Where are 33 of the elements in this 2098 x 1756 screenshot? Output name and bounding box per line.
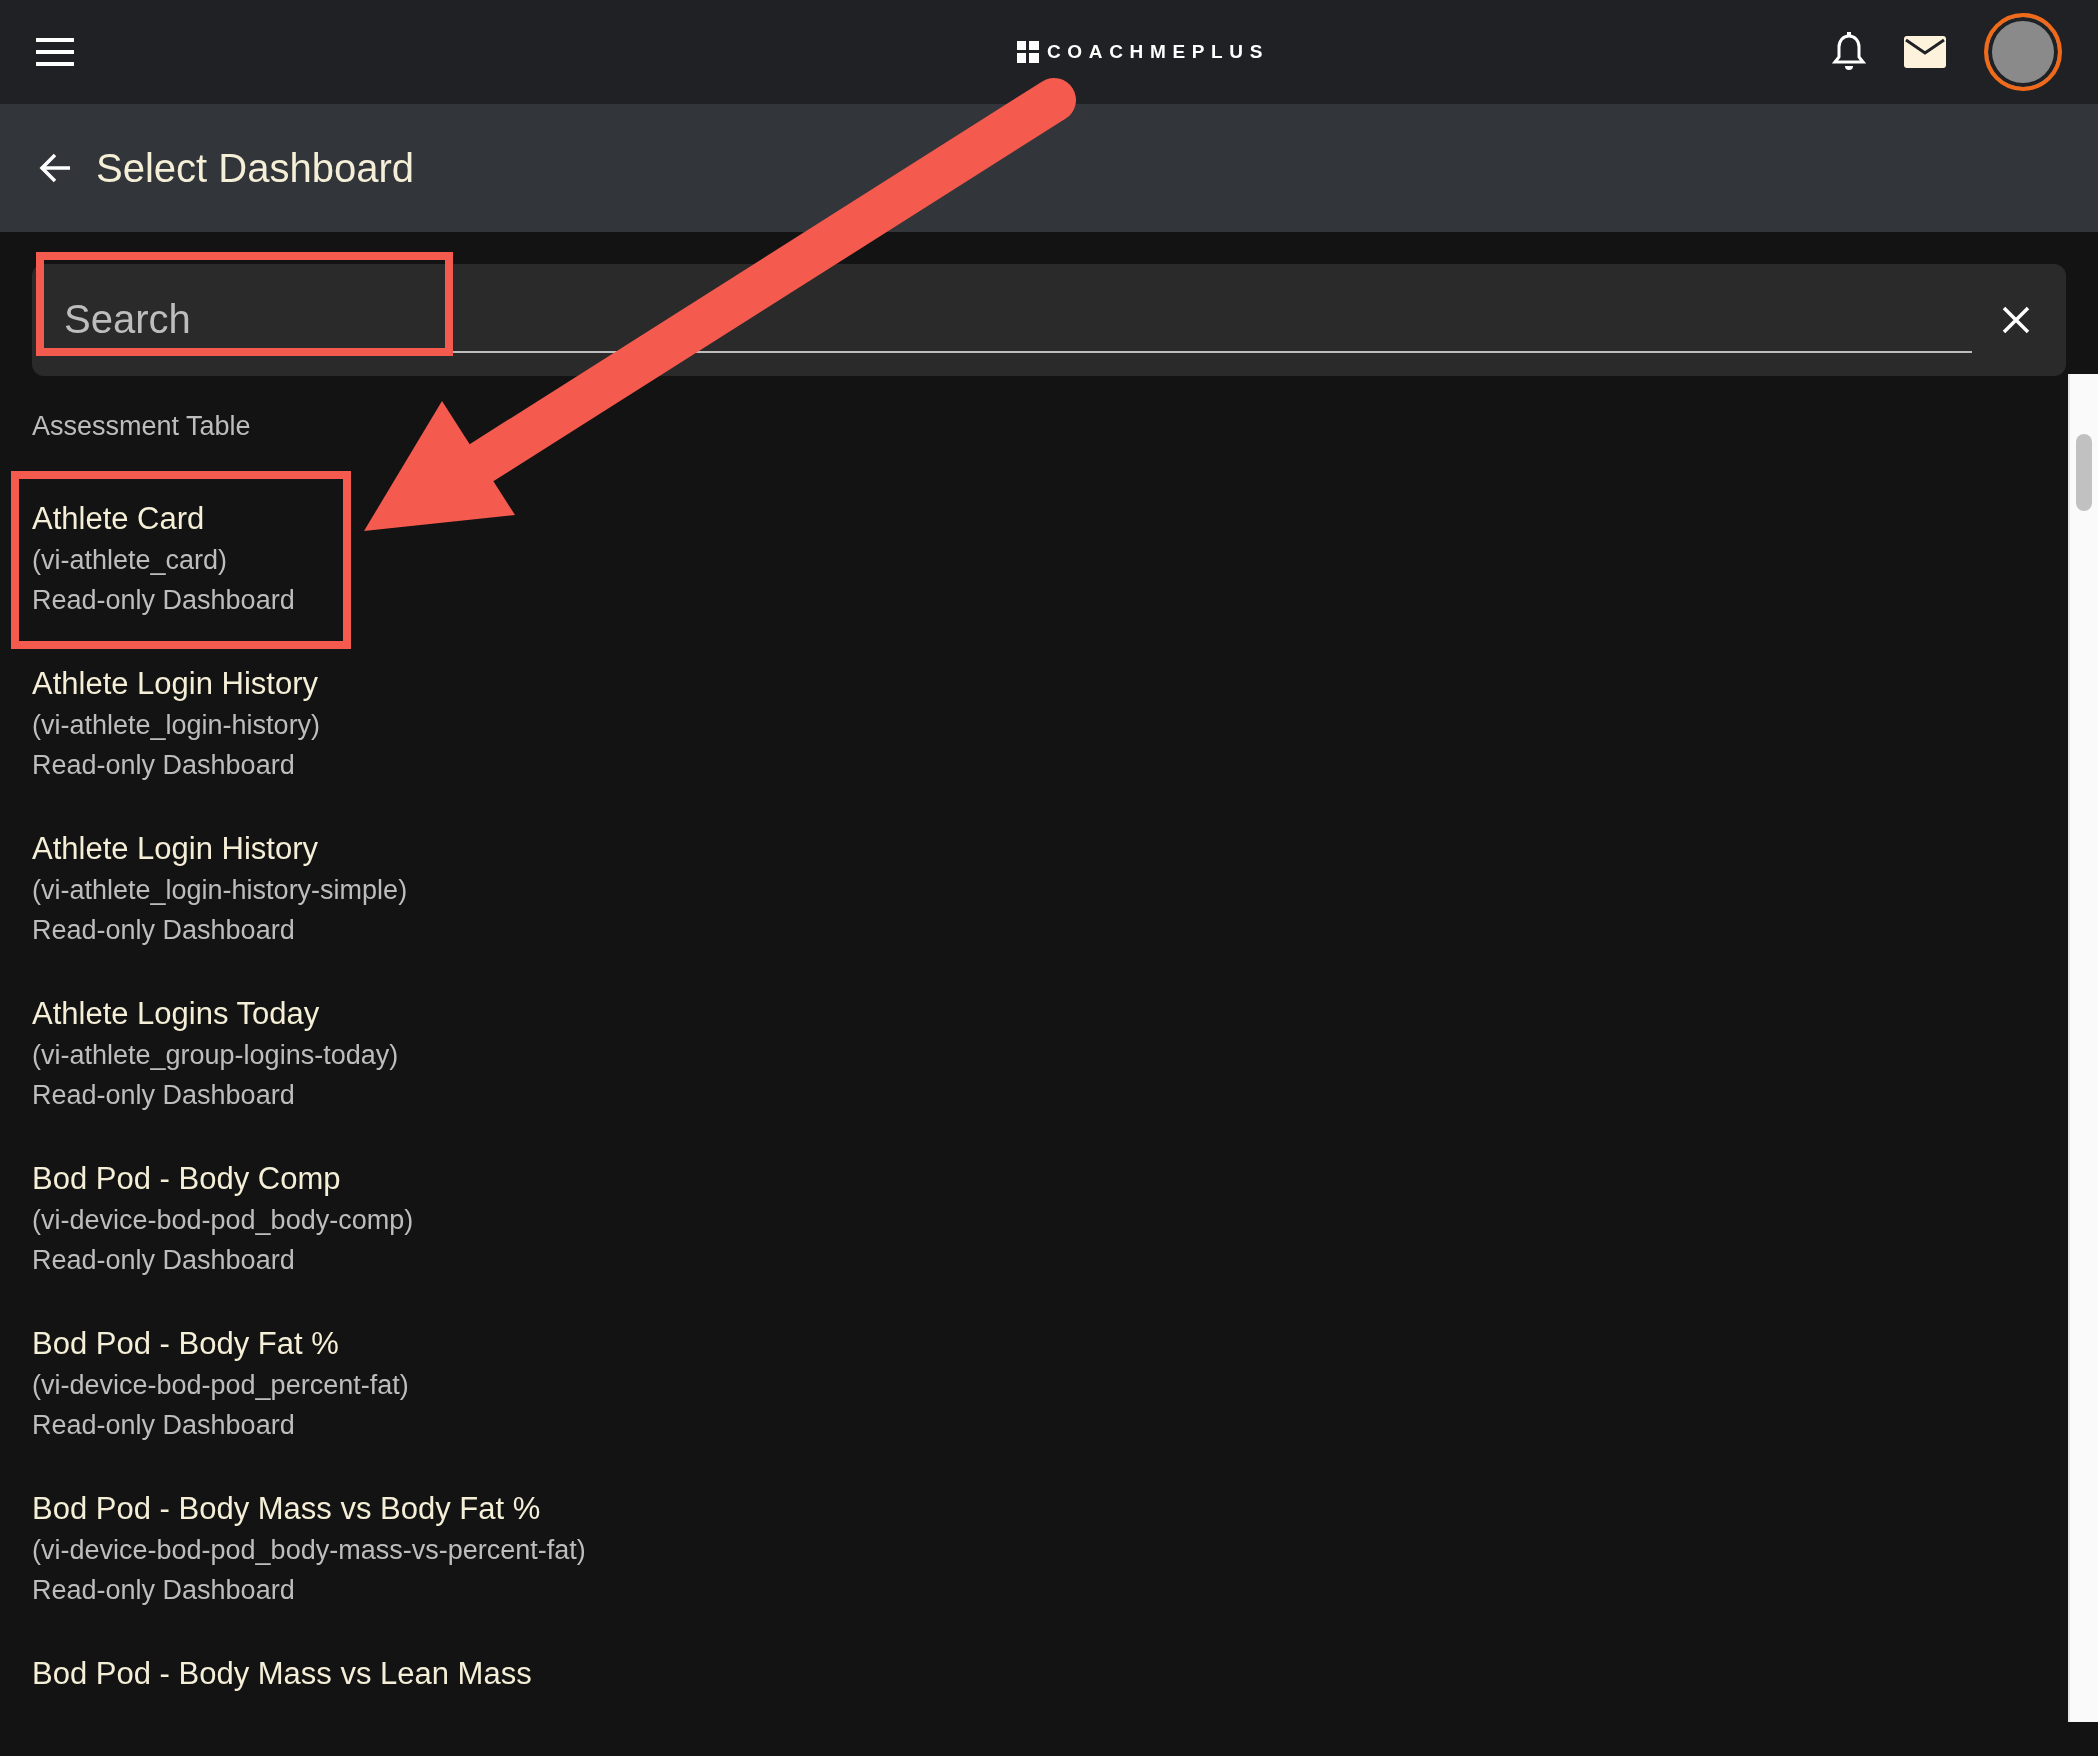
- dashboard-title[interactable]: Athlete Login History: [32, 828, 319, 870]
- section-label: Assessment Table: [32, 410, 252, 443]
- dashboard-type: Read-only Dashboard: [32, 584, 295, 617]
- mail-icon[interactable]: [1904, 36, 1946, 68]
- dashboard-slug: (vi-device-bod-pod_body-comp): [32, 1204, 414, 1237]
- dashboard-type: Read-only Dashboard: [32, 749, 295, 782]
- dashboard-type: Read-only Dashboard: [32, 1409, 295, 1442]
- dashboard-type: Read-only Dashboard: [32, 1079, 295, 1112]
- back-arrow-icon[interactable]: [38, 152, 72, 184]
- dashboard-title[interactable]: Athlete Card: [32, 498, 205, 540]
- page-title: Select Dashboard: [96, 145, 414, 192]
- dashboard-slug: (vi-device-bod-pod_body-mass-vs-percent-fat): [32, 1534, 586, 1567]
- dashboard-title[interactable]: Athlete Logins Today: [32, 993, 320, 1035]
- search-field[interactable]: Search: [32, 264, 2066, 376]
- dashboard-slug: (vi-device-bod-pod_percent-fat): [32, 1369, 409, 1402]
- dashboard-type: Read-only Dashboard: [32, 1244, 295, 1277]
- close-icon[interactable]: [2002, 306, 2030, 334]
- bell-icon[interactable]: [1832, 32, 1866, 72]
- dashboard-title[interactable]: Bod Pod - Body Mass vs Body Fat %: [32, 1488, 541, 1530]
- dashboard-type: Read-only Dashboard: [32, 914, 295, 947]
- dashboard-title[interactable]: Bod Pod - Body Comp: [32, 1158, 341, 1200]
- dashboard-title[interactable]: Bod Pod - Body Mass vs Lean Mass: [32, 1653, 532, 1695]
- logo-icon: [1017, 41, 1039, 63]
- scrollbar[interactable]: [2068, 374, 2098, 1722]
- dashboard-slug: (vi-athlete_login-history-simple): [32, 874, 408, 907]
- dashboard-title[interactable]: Athlete Login History: [32, 663, 319, 705]
- menu-icon[interactable]: [36, 38, 74, 66]
- dashboard-slug: (vi-athlete_login-history): [32, 709, 321, 742]
- dashboard-slug: (vi-athlete_card): [32, 544, 228, 577]
- dashboard-slug: (vi-athlete_group-logins-today): [32, 1039, 399, 1072]
- dashboard-title[interactable]: Bod Pod - Body Fat %: [32, 1323, 339, 1365]
- dashboard-type: Read-only Dashboard: [32, 1574, 295, 1607]
- logo-text: COACHMEPLUS: [1047, 39, 1269, 64]
